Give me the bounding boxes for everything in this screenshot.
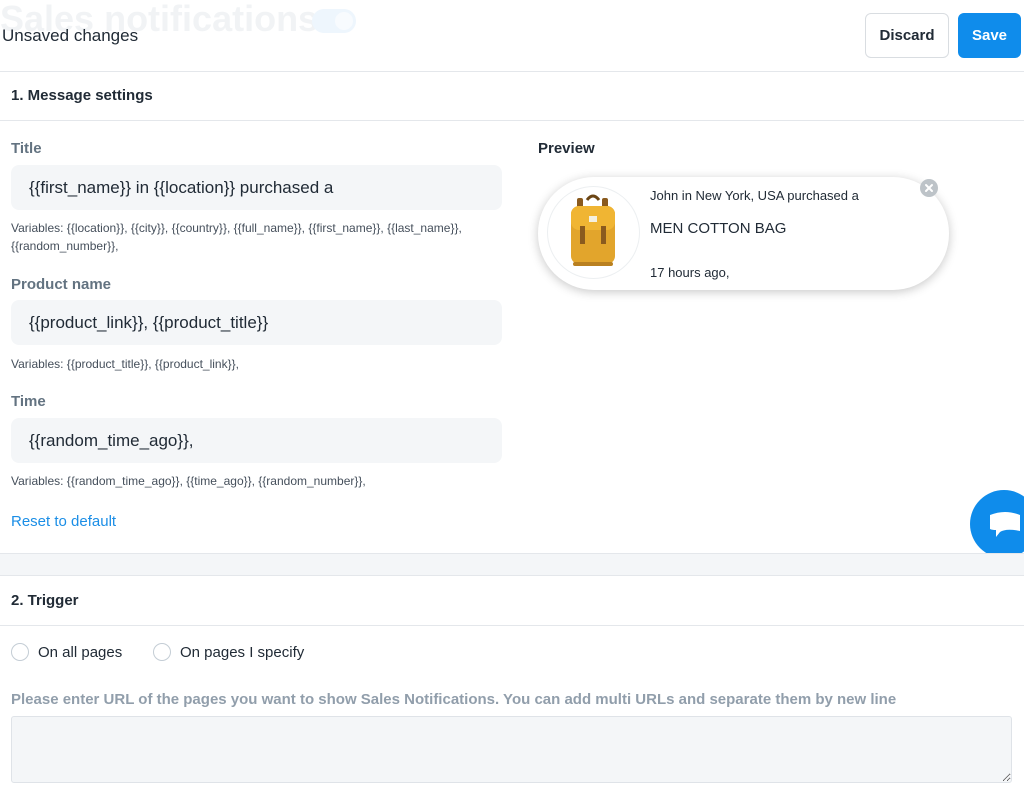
close-icon[interactable] — [920, 179, 938, 197]
save-button[interactable]: Save — [958, 13, 1021, 58]
reset-to-default-link[interactable]: Reset to default — [11, 513, 116, 530]
time-input[interactable]: {{random_time_ago}}, — [11, 418, 502, 463]
title-label: Title — [11, 140, 42, 157]
radio-on-all-pages[interactable]: On all pages — [11, 643, 122, 661]
radio-on-pages-i-specify[interactable]: On pages I specify — [153, 643, 304, 661]
product-name-label: Product name — [11, 276, 112, 293]
radio-label: On all pages — [38, 643, 123, 661]
product-name-input[interactable]: {{product_link}}, {{product_title}} — [11, 300, 502, 345]
discard-button[interactable]: Discard — [865, 13, 949, 58]
preview-label: Preview — [538, 140, 595, 157]
radio-label: On pages I specify — [180, 643, 305, 661]
divider — [0, 71, 1024, 72]
backpack-icon — [547, 186, 640, 279]
url-field-label: Please enter URL of the pages you want t… — [11, 691, 897, 708]
section-gap — [0, 554, 1024, 575]
notification-product: MEN COTTON BAG — [650, 220, 787, 237]
notification-preview: John in New York, USA purchased a MEN CO… — [538, 177, 949, 290]
enable-toggle[interactable] — [312, 9, 356, 33]
chat-icon — [990, 512, 1020, 537]
trigger-title: 2. Trigger — [11, 592, 79, 609]
divider — [0, 120, 1024, 121]
title-input[interactable]: {{first_name}} in {{location}} purchased… — [11, 165, 502, 210]
time-variables-hint: Variables: {{random_time_ago}}, {{time_a… — [11, 474, 366, 488]
unsaved-changes-text: Unsaved changes — [2, 26, 139, 45]
notification-time: 17 hours ago, — [650, 265, 730, 280]
url-textarea[interactable] — [11, 716, 1012, 783]
product-variables-hint: Variables: {{product_title}}, {{product_… — [11, 357, 239, 371]
radio-button[interactable] — [11, 643, 29, 661]
radio-button[interactable] — [153, 643, 171, 661]
message-settings-title: 1. Message settings — [11, 87, 153, 104]
chat-button[interactable] — [970, 490, 1024, 558]
notification-title: John in New York, USA purchased a — [650, 188, 859, 203]
divider — [0, 575, 1024, 576]
title-variables-hint: Variables: {{location}}, {{city}}, {{cou… — [11, 221, 462, 253]
time-label: Time — [11, 393, 46, 410]
divider — [0, 625, 1024, 626]
